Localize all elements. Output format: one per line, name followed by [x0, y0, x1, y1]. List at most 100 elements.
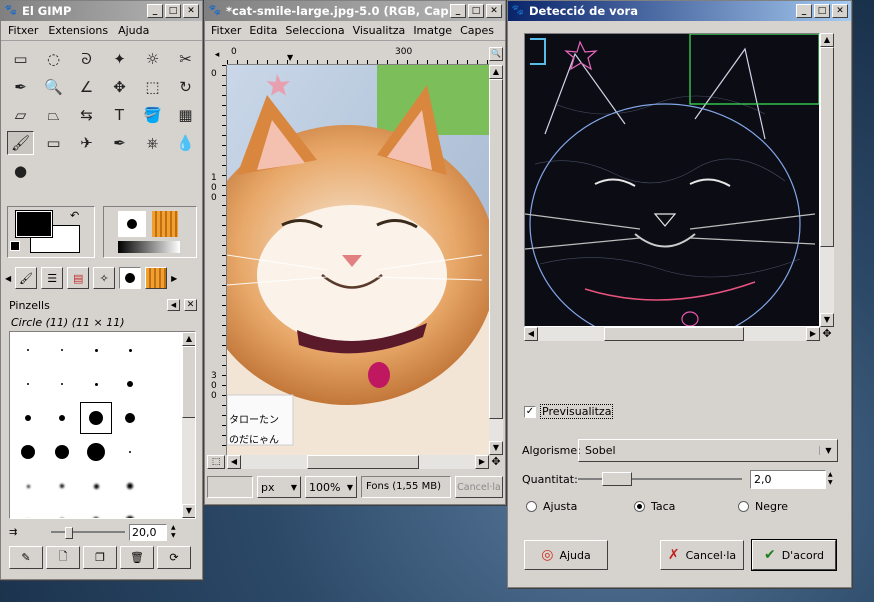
scroll-up-arrow[interactable]: ▲: [182, 332, 195, 346]
crop-icon[interactable]: ⬚: [139, 75, 166, 99]
navigate-icon[interactable]: 🔍: [489, 47, 503, 61]
brush-cell[interactable]: [114, 368, 146, 400]
dock-close-icon[interactable]: ✕: [184, 299, 197, 311]
image-titlebar[interactable]: 🐾 *cat-smile-large.jpg-5.0 (RGB, Capa 1.…: [205, 1, 505, 21]
brush-cell[interactable]: [114, 334, 146, 366]
cancel-button[interactable]: ✗ Cancel·la: [660, 540, 744, 570]
ink-icon[interactable]: ✒: [106, 131, 133, 155]
flip-icon[interactable]: ⇆: [73, 103, 100, 127]
paintbrush-icon[interactable]: 🖌: [7, 131, 34, 155]
active-brush-preview[interactable]: [118, 211, 146, 237]
default-colors-icon[interactable]: [10, 241, 20, 251]
menu-visualitza[interactable]: Visualitza: [349, 24, 410, 37]
scissors-icon[interactable]: ✂: [172, 47, 199, 71]
menu-ajuda[interactable]: Ajuda: [113, 24, 154, 37]
brush-cell[interactable]: [114, 504, 146, 518]
blend-icon[interactable]: ▦: [172, 103, 199, 127]
brush-cell[interactable]: [12, 470, 44, 502]
brush-cell[interactable]: [80, 436, 112, 468]
scroll-down-arrow[interactable]: ▼: [489, 441, 503, 455]
radio-negre[interactable]: Negre: [738, 498, 788, 514]
tab-paths-icon[interactable]: ✧: [93, 267, 116, 289]
scroll-up-arrow[interactable]: ▲: [489, 65, 503, 79]
brush-cell[interactable]: [114, 436, 146, 468]
image-vscrollbar[interactable]: ▲ ▼: [489, 65, 503, 455]
move-icon[interactable]: ✥: [106, 75, 133, 99]
delete-brush-button[interactable]: 🗑: [120, 546, 154, 569]
measure-icon[interactable]: ∠: [73, 75, 100, 99]
airbrush-icon[interactable]: ✈: [73, 131, 100, 155]
dodge-icon[interactable]: ●: [7, 159, 34, 183]
brush-cell[interactable]: [46, 334, 78, 366]
navigate-move-icon[interactable]: ✥: [489, 455, 503, 469]
preview-vscrollbar[interactable]: ▲ ▼: [820, 33, 834, 327]
radio-ajusta-button[interactable]: [526, 500, 537, 512]
cancel-progress-button[interactable]: Cancel·la: [455, 476, 503, 498]
minimize-button[interactable]: _: [450, 4, 466, 18]
scroll-thumb[interactable]: [604, 327, 744, 341]
radio-taca-button[interactable]: [634, 500, 645, 512]
amount-slider-handle[interactable]: [602, 472, 632, 486]
brush-cell[interactable]: [114, 470, 146, 502]
menu-selecciona[interactable]: Selecciona: [281, 24, 348, 37]
brush-cell[interactable]: [46, 368, 78, 400]
scroll-thumb[interactable]: [182, 346, 195, 418]
help-button[interactable]: ◎ Ajuda: [524, 540, 608, 570]
amount-input[interactable]: 2,0: [750, 469, 826, 489]
brush-cell[interactable]: [46, 402, 78, 434]
brush-grid-scrollbar[interactable]: ▲ ▼: [182, 332, 195, 518]
brush-cell[interactable]: [12, 334, 44, 366]
close-button[interactable]: ✕: [183, 4, 199, 18]
rect-select-icon[interactable]: ▭: [7, 47, 34, 71]
active-pattern-preview[interactable]: [152, 211, 178, 237]
brush-cell[interactable]: [80, 334, 112, 366]
text-icon[interactable]: T: [106, 103, 133, 127]
brush-cell[interactable]: [80, 368, 112, 400]
scroll-thumb[interactable]: [489, 79, 503, 419]
menu-fitxer[interactable]: Fitxer: [207, 24, 245, 37]
rotate-icon[interactable]: ↻: [172, 75, 199, 99]
tab-layers-icon[interactable]: ☰: [41, 267, 64, 289]
foreground-color-swatch[interactable]: [15, 210, 53, 238]
vertical-ruler[interactable]: 0 1 0 0 3 0 0: [207, 65, 227, 455]
toolbox-titlebar[interactable]: 🐾 El GIMP _ □ ✕: [1, 1, 202, 21]
menu-edita[interactable]: Edita: [245, 24, 281, 37]
brush-cell[interactable]: [80, 402, 112, 434]
scroll-left-arrow[interactable]: ◀: [227, 455, 241, 469]
scroll-thumb[interactable]: [307, 455, 419, 469]
brush-cell[interactable]: [46, 504, 78, 518]
new-brush-button[interactable]: 🗋: [46, 546, 80, 569]
preview-navigate-icon[interactable]: ✥: [820, 327, 834, 341]
brush-cell[interactable]: [12, 368, 44, 400]
tab-tool-options-icon[interactable]: 🖌: [15, 267, 38, 289]
minimize-button[interactable]: _: [796, 4, 812, 18]
radio-ajusta[interactable]: Ajusta: [526, 498, 634, 514]
close-button[interactable]: ✕: [486, 4, 502, 18]
brush-cell[interactable]: [114, 402, 146, 434]
spacing-spinner[interactable]: ▲ ▼: [171, 524, 176, 540]
maximize-button[interactable]: □: [165, 4, 181, 18]
preview-hscrollbar[interactable]: ◀ ▶: [524, 327, 820, 341]
bucket-fill-icon[interactable]: 🪣: [139, 103, 166, 127]
perspective-icon[interactable]: ⏢: [40, 103, 67, 127]
scroll-thumb[interactable]: [820, 47, 834, 247]
ellipse-select-icon[interactable]: ◌: [40, 47, 67, 71]
zoom-icon[interactable]: 🔍: [40, 75, 67, 99]
menu-imatge[interactable]: Imatge: [409, 24, 456, 37]
swap-colors-icon[interactable]: ↶: [70, 209, 79, 222]
fuzzy-select-icon[interactable]: ✦: [106, 47, 133, 71]
brush-cell[interactable]: [12, 504, 44, 518]
scroll-up-arrow[interactable]: ▲: [820, 33, 834, 47]
refresh-brushes-button[interactable]: ⟳: [157, 546, 191, 569]
ok-button[interactable]: ✔ D'acord: [751, 539, 837, 571]
scroll-left-arrow[interactable]: ◀: [524, 327, 538, 341]
horizontal-ruler[interactable]: 0 300 ▼: [227, 45, 489, 65]
menu-capes[interactable]: Capes: [456, 24, 498, 37]
clone-icon[interactable]: ⎈: [139, 131, 166, 155]
brush-cell[interactable]: [12, 436, 44, 468]
maximize-button[interactable]: □: [468, 4, 484, 18]
edge-preview-image[interactable]: [525, 34, 819, 326]
spacing-slider-handle[interactable]: [65, 527, 73, 539]
close-button[interactable]: ✕: [832, 4, 848, 18]
spacing-slider[interactable]: [51, 527, 125, 539]
